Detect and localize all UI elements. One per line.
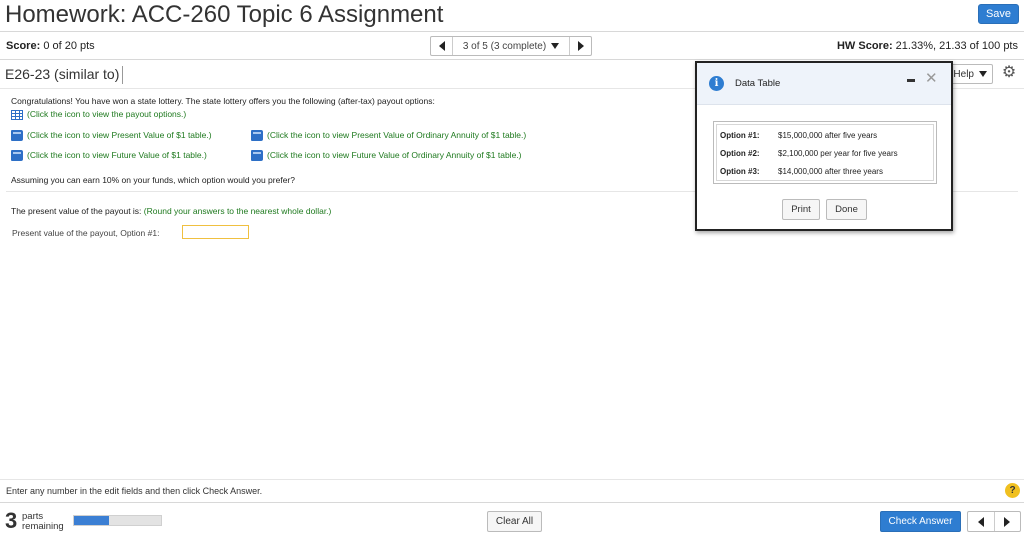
next-question-button[interactable] bbox=[569, 37, 591, 55]
question-navigator: 3 of 5 (3 complete) bbox=[430, 36, 592, 56]
hw-score-value: 21.33%, 21.33 of 100 pts bbox=[895, 40, 1018, 52]
option-label: Option #2: bbox=[720, 148, 760, 158]
info-icon: i bbox=[709, 76, 724, 91]
clear-all-button[interactable]: Clear All bbox=[487, 511, 542, 532]
question-select-label: 3 of 5 (3 complete) bbox=[462, 40, 547, 52]
option-label: Option #1: bbox=[720, 130, 760, 140]
book-icon bbox=[251, 130, 263, 142]
save-button[interactable]: Save bbox=[978, 4, 1019, 24]
option1-pv-input[interactable] bbox=[182, 225, 249, 239]
data-table-dialog: i Data Table ✕ Option #1: $15,000,000 af… bbox=[695, 61, 953, 231]
close-icon[interactable]: ✕ bbox=[925, 69, 938, 87]
arrow-left-icon bbox=[438, 41, 445, 51]
table-row: Option #2: $2,100,000 per year for five … bbox=[720, 144, 930, 162]
payout-options-table: Option #1: $15,000,000 after five years … bbox=[713, 121, 937, 184]
parts-label-line2: remaining bbox=[22, 521, 64, 532]
parts-remaining-count: 3 bbox=[5, 508, 18, 533]
answer-instruction: The present value of the payout is: (Rou… bbox=[11, 206, 331, 216]
pv-annuity-table-link[interactable]: (Click the icon to view Present Value of… bbox=[251, 130, 527, 142]
footer-hint: Enter any number in the edit fields and … bbox=[6, 486, 263, 496]
previous-part-button[interactable] bbox=[968, 512, 995, 531]
arrow-right-icon bbox=[1004, 516, 1011, 527]
fv-table-link-text: (Click the icon to view Future Value of … bbox=[27, 150, 207, 160]
minimize-icon[interactable] bbox=[907, 79, 915, 82]
question-select[interactable]: 3 of 5 (3 complete) bbox=[453, 37, 569, 55]
dialog-header[interactable]: i Data Table ✕ bbox=[697, 63, 951, 105]
question-icon[interactable]: ? bbox=[1005, 483, 1020, 498]
option-value: $2,100,000 per year for five years bbox=[778, 148, 898, 158]
score-display: Score: 0 of 20 pts bbox=[6, 40, 95, 52]
print-button[interactable]: Print bbox=[782, 199, 820, 220]
question-intro: Congratulations! You have won a state lo… bbox=[11, 96, 435, 106]
book-icon bbox=[11, 130, 23, 142]
help-label: Help bbox=[953, 68, 974, 80]
chevron-down-icon bbox=[979, 71, 987, 77]
parts-remaining-label: parts remaining bbox=[22, 512, 64, 532]
question-id: E26-23 (similar to) bbox=[5, 66, 124, 84]
fv-annuity-table-link-text: (Click the icon to view Future Value of … bbox=[267, 150, 522, 160]
payout-options-link-text: (Click the icon to view the payout optio… bbox=[27, 109, 187, 119]
question-pager bbox=[967, 511, 1021, 532]
dialog-title: Data Table bbox=[735, 78, 781, 89]
gear-icon[interactable]: ⚙ bbox=[1000, 64, 1018, 82]
progress-fill bbox=[74, 516, 109, 525]
table-row: Option #1: $15,000,000 after five years bbox=[720, 126, 930, 144]
divider bbox=[0, 31, 1024, 32]
option-label: Option #3: bbox=[720, 166, 760, 176]
table-row: Option #3: $14,000,000 after three years bbox=[720, 162, 930, 180]
fv-annuity-table-link[interactable]: (Click the icon to view Future Value of … bbox=[251, 150, 522, 162]
parts-progress-bar bbox=[73, 515, 162, 526]
score-value: 0 of 20 pts bbox=[43, 40, 95, 52]
book-icon bbox=[11, 150, 23, 162]
option-value: $14,000,000 after three years bbox=[778, 166, 883, 176]
arrow-right-icon bbox=[577, 41, 584, 51]
option-value: $15,000,000 after five years bbox=[778, 130, 878, 140]
done-button[interactable]: Done bbox=[826, 199, 867, 220]
instruction-note: (Round your answers to the nearest whole… bbox=[143, 206, 332, 216]
chevron-down-icon bbox=[551, 43, 560, 49]
check-answer-button[interactable]: Check Answer bbox=[880, 511, 961, 532]
divider bbox=[0, 479, 1024, 480]
divider bbox=[0, 59, 1024, 60]
divider bbox=[0, 502, 1024, 503]
previous-question-button[interactable] bbox=[431, 37, 453, 55]
hw-score-display: HW Score: 21.33%, 21.33 of 100 pts bbox=[837, 40, 1018, 52]
score-label: Score: bbox=[6, 40, 41, 52]
instruction-lead: The present value of the payout is: bbox=[11, 206, 142, 216]
payout-options-link[interactable]: (Click the icon to view the payout optio… bbox=[11, 109, 186, 120]
page-title: Homework: ACC-260 Topic 6 Assignment bbox=[5, 1, 444, 28]
hw-score-label: HW Score: bbox=[836, 40, 893, 52]
grid-icon bbox=[11, 109, 23, 120]
question-prompt: Assuming you can earn 10% on your funds,… bbox=[11, 175, 295, 185]
fv-table-link[interactable]: (Click the icon to view Future Value of … bbox=[11, 150, 207, 162]
pv-annuity-table-link-text: (Click the icon to view Present Value of… bbox=[267, 130, 527, 140]
pv-table-link-text: (Click the icon to view Present Value of… bbox=[27, 130, 212, 140]
arrow-left-icon bbox=[977, 516, 984, 527]
book-icon bbox=[251, 150, 263, 162]
pv-table-link[interactable]: (Click the icon to view Present Value of… bbox=[11, 130, 212, 142]
help-menu-button[interactable]: Help bbox=[948, 64, 993, 84]
next-part-button[interactable] bbox=[995, 512, 1021, 531]
answer-label: Present value of the payout, Option #1: bbox=[12, 228, 160, 238]
